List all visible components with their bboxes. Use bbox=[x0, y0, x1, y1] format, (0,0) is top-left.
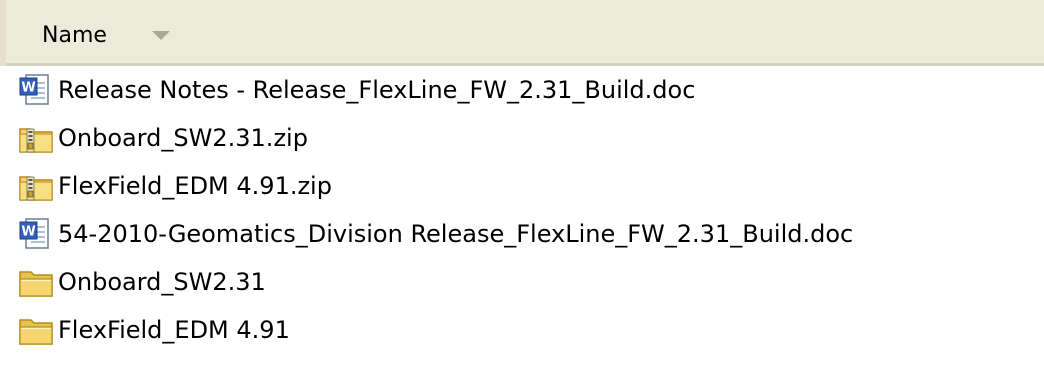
svg-text:W: W bbox=[21, 225, 35, 240]
svg-text:W: W bbox=[21, 81, 35, 96]
file-row[interactable]: FlexField_EDM 4.91 bbox=[0, 306, 1044, 354]
file-name: Onboard_SW2.31.zip bbox=[58, 124, 308, 152]
word-document-icon: W bbox=[18, 216, 54, 252]
file-name: Onboard_SW2.31 bbox=[58, 268, 266, 296]
zip-folder-icon bbox=[18, 168, 54, 204]
name-column-label: Name bbox=[42, 23, 107, 48]
column-header-bar: Name bbox=[0, 0, 1044, 66]
file-row[interactable]: Onboard_SW2.31.zip bbox=[0, 114, 1044, 162]
file-name: FlexField_EDM 4.91 bbox=[58, 316, 290, 344]
file-row[interactable]: Onboard_SW2.31 bbox=[0, 258, 1044, 306]
file-name: FlexField_EDM 4.91.zip bbox=[58, 172, 332, 200]
file-name: 54-2010-Geomatics_Division Release_FlexL… bbox=[58, 220, 854, 248]
sort-descending-icon bbox=[152, 31, 170, 40]
file-row[interactable]: W 54-2010-Geomatics_Division Release_Fle… bbox=[0, 210, 1044, 258]
word-document-icon: W bbox=[18, 72, 54, 108]
file-explorer-view: Name W Release Notes - Release_FlexLine_… bbox=[0, 0, 1044, 377]
file-list: W Release Notes - Release_FlexLine_FW_2.… bbox=[0, 66, 1044, 377]
file-row[interactable]: FlexField_EDM 4.91.zip bbox=[0, 162, 1044, 210]
file-row[interactable]: W Release Notes - Release_FlexLine_FW_2.… bbox=[0, 66, 1044, 114]
zip-folder-icon bbox=[18, 120, 54, 156]
folder-icon bbox=[18, 264, 54, 300]
folder-icon bbox=[18, 312, 54, 348]
file-name: Release Notes - Release_FlexLine_FW_2.31… bbox=[58, 76, 696, 104]
header-left-edge bbox=[0, 0, 6, 66]
name-column-header[interactable]: Name bbox=[18, 0, 1044, 66]
